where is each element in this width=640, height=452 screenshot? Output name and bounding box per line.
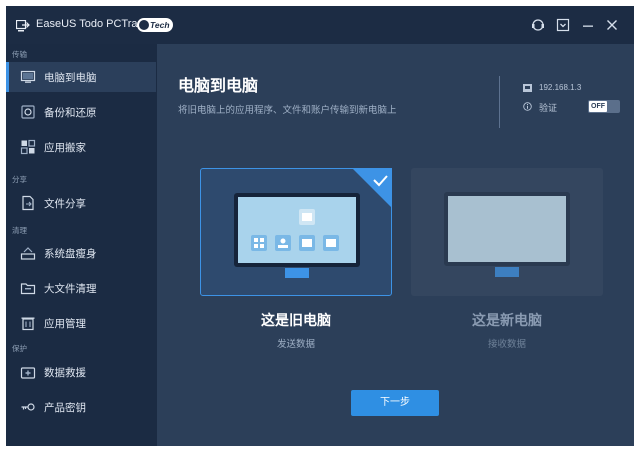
- section-share: 分享: [12, 175, 27, 184]
- new-pc-sublabel: 接收数据: [487, 339, 526, 350]
- sidebar-item-label: 备份和还原: [44, 107, 97, 119]
- app-grid-icon: [20, 139, 36, 155]
- minimize-icon[interactable]: [580, 17, 596, 33]
- title-bar: EaseUS Todo PCTrans Tech: [6, 6, 634, 44]
- sidebar: 传输 电脑到电脑 备份和还原 应用搬家 分享 文件分享 清理 系统盘瘦身 大文件…: [6, 44, 156, 446]
- old-pc-sublabel: 发送数据: [276, 339, 315, 350]
- section-transfer: 传输: [12, 50, 27, 59]
- rescue-icon: [20, 367, 36, 379]
- verify-toggle-state: OFF: [589, 101, 607, 112]
- info-icon: [523, 102, 532, 111]
- old-monitor-icon: [234, 193, 360, 267]
- ip-icon: [523, 84, 532, 92]
- tech-badge: Tech: [137, 18, 173, 32]
- backup-icon: [21, 105, 35, 119]
- new-pc-card[interactable]: [411, 168, 603, 296]
- verify-label: 验证: [539, 104, 558, 114]
- main-panel: 电脑到电脑 将旧电脑上的应用程序、文件和账户传输到新电脑上 192.168.1.…: [157, 44, 634, 446]
- sidebar-item-app-management[interactable]: 应用管理: [6, 308, 156, 338]
- sidebar-item-pc-to-pc[interactable]: 电脑到电脑: [6, 62, 156, 92]
- file-share-icon: [22, 195, 34, 211]
- sidebar-item-label: 大文件清理: [44, 283, 97, 295]
- new-monitor-stand: [495, 267, 519, 277]
- sidebar-item-label: 应用搬家: [44, 142, 86, 154]
- close-icon[interactable]: [604, 17, 620, 33]
- trash-icon: [21, 317, 35, 331]
- disk-slim-icon: [20, 247, 36, 260]
- computer-icon: [20, 70, 36, 83]
- tech-badge-label: Tech: [150, 20, 170, 30]
- old-pc-label: 这是旧电脑: [261, 313, 331, 329]
- page-title: 电脑到电脑: [178, 76, 259, 95]
- new-screen: [448, 196, 566, 262]
- sidebar-item-label: 文件分享: [44, 198, 86, 210]
- sidebar-item-label: 产品密钥: [44, 402, 86, 414]
- menu-dropdown-icon[interactable]: [555, 17, 571, 33]
- new-pc-label: 这是新电脑: [472, 313, 542, 329]
- header-divider: [499, 76, 500, 128]
- sidebar-item-label: 系统盘瘦身: [44, 248, 97, 260]
- old-screen: [238, 197, 356, 263]
- app-logo-icon: [16, 20, 30, 32]
- verify-toggle[interactable]: OFF: [588, 100, 620, 113]
- ip-address: 192.168.1.3: [539, 83, 582, 92]
- tech-badge-icon: [139, 20, 149, 30]
- sidebar-item-product-key[interactable]: 产品密钥: [6, 392, 156, 422]
- new-monitor-icon: [444, 192, 570, 266]
- sidebar-item-label: 电脑到电脑: [44, 72, 97, 84]
- sidebar-item-label: 数据救援: [44, 367, 86, 379]
- sidebar-item-file-share[interactable]: 文件分享: [6, 188, 156, 218]
- sidebar-item-app-migration[interactable]: 应用搬家: [6, 132, 156, 162]
- section-cleanup: 清理: [12, 226, 27, 235]
- app-title: EaseUS Todo PCTrans: [36, 18, 150, 30]
- large-file-icon: [20, 283, 36, 295]
- next-button[interactable]: 下一步: [351, 390, 439, 416]
- app-window: EaseUS Todo PCTrans Tech 传输 电脑到电脑 备份和还原 …: [6, 6, 634, 446]
- sidebar-item-label: 应用管理: [44, 318, 86, 330]
- support-icon[interactable]: [530, 17, 546, 33]
- sidebar-item-backup-restore[interactable]: 备份和还原: [6, 97, 156, 127]
- section-protect: 保护: [12, 344, 27, 353]
- sidebar-item-system-slim[interactable]: 系统盘瘦身: [6, 238, 156, 268]
- old-pc-card[interactable]: [200, 168, 392, 296]
- page-subtitle: 将旧电脑上的应用程序、文件和账户传输到新电脑上: [178, 105, 397, 116]
- sidebar-item-large-file-cleanup[interactable]: 大文件清理: [6, 273, 156, 303]
- old-monitor-stand: [285, 268, 309, 278]
- sidebar-item-data-rescue[interactable]: 数据救援: [6, 357, 156, 387]
- key-icon: [21, 403, 35, 411]
